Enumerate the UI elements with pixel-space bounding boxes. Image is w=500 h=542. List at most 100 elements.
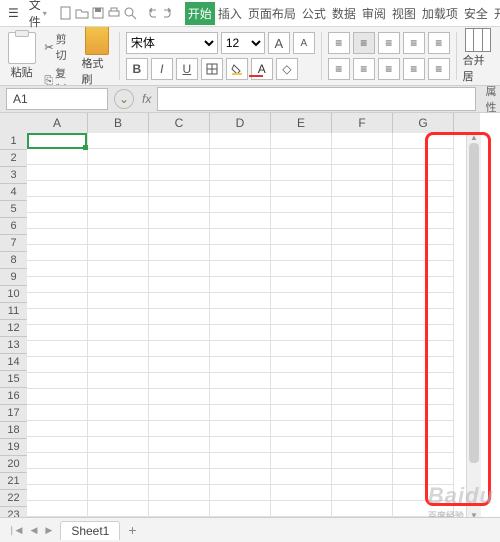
cell[interactable] xyxy=(332,373,393,389)
cell[interactable] xyxy=(393,453,454,469)
cell[interactable] xyxy=(393,229,454,245)
cell[interactable] xyxy=(210,245,271,261)
cell[interactable] xyxy=(88,229,149,245)
cell[interactable] xyxy=(210,501,271,517)
cell[interactable] xyxy=(271,181,332,197)
formula-input[interactable] xyxy=(157,87,476,111)
cell[interactable] xyxy=(210,213,271,229)
cell[interactable] xyxy=(210,325,271,341)
cell[interactable] xyxy=(271,133,332,149)
cell[interactable] xyxy=(271,453,332,469)
cell[interactable] xyxy=(332,213,393,229)
name-box[interactable]: A1 xyxy=(6,88,108,110)
cell[interactable] xyxy=(88,469,149,485)
cell[interactable] xyxy=(210,437,271,453)
cell[interactable] xyxy=(88,485,149,501)
cell[interactable] xyxy=(27,421,88,437)
cell[interactable] xyxy=(271,213,332,229)
cell[interactable] xyxy=(332,421,393,437)
cell[interactable] xyxy=(271,293,332,309)
col-header[interactable]: E xyxy=(271,113,332,133)
cell[interactable] xyxy=(27,373,88,389)
align-center-button[interactable]: ≡ xyxy=(353,58,375,80)
align-right-button[interactable]: ≡ xyxy=(378,58,400,80)
cell[interactable] xyxy=(27,325,88,341)
cell[interactable] xyxy=(210,469,271,485)
sheet-nav-prev[interactable]: ◀ xyxy=(30,525,37,536)
cell[interactable] xyxy=(271,373,332,389)
cell[interactable] xyxy=(271,229,332,245)
cell[interactable] xyxy=(393,197,454,213)
format-painter-button[interactable]: 格式刷 xyxy=(82,27,113,86)
cell[interactable] xyxy=(393,149,454,165)
cell[interactable] xyxy=(393,405,454,421)
underline-button[interactable]: U xyxy=(176,58,198,80)
row-header[interactable]: 15 xyxy=(0,371,27,388)
cell[interactable] xyxy=(332,165,393,181)
cell[interactable] xyxy=(88,421,149,437)
font-name-select[interactable]: 宋体 xyxy=(126,32,218,54)
copy-button[interactable]: ⎘复制 xyxy=(41,64,77,86)
row-header[interactable]: 13 xyxy=(0,337,27,354)
cell[interactable] xyxy=(271,325,332,341)
tab-developer[interactable]: 开发 xyxy=(491,2,500,25)
cell[interactable] xyxy=(88,197,149,213)
cell[interactable] xyxy=(210,453,271,469)
cell[interactable] xyxy=(27,357,88,373)
cell[interactable] xyxy=(88,373,149,389)
align-bottom-button[interactable]: ≡ xyxy=(378,32,400,54)
cell[interactable] xyxy=(88,293,149,309)
cell[interactable] xyxy=(27,405,88,421)
row-header[interactable]: 6 xyxy=(0,218,27,235)
cell[interactable] xyxy=(332,325,393,341)
cell[interactable] xyxy=(88,149,149,165)
cell[interactable] xyxy=(88,165,149,181)
undo-icon[interactable] xyxy=(145,6,159,20)
row-header[interactable]: 22 xyxy=(0,490,27,507)
cell[interactable] xyxy=(27,261,88,277)
col-header[interactable]: A xyxy=(27,113,88,133)
tab-addins[interactable]: 加载项 xyxy=(419,2,461,25)
cell[interactable] xyxy=(88,389,149,405)
cell[interactable] xyxy=(210,485,271,501)
cell[interactable] xyxy=(88,325,149,341)
cell[interactable] xyxy=(332,293,393,309)
cell[interactable] xyxy=(271,469,332,485)
cell[interactable] xyxy=(27,485,88,501)
shrink-font-button[interactable]: A xyxy=(293,32,315,54)
sheet-nav-first[interactable]: ❘◀ xyxy=(8,525,22,536)
tab-start[interactable]: 开始 xyxy=(185,2,215,25)
row-header[interactable]: 10 xyxy=(0,286,27,303)
cell[interactable] xyxy=(271,389,332,405)
cell[interactable] xyxy=(271,437,332,453)
row-header[interactable]: 5 xyxy=(0,201,27,218)
row-header[interactable]: 2 xyxy=(0,150,27,167)
cell[interactable] xyxy=(27,501,88,517)
row-header[interactable]: 7 xyxy=(0,235,27,252)
cell[interactable] xyxy=(271,501,332,517)
cell[interactable] xyxy=(27,277,88,293)
cell[interactable] xyxy=(393,357,454,373)
cell[interactable] xyxy=(149,421,210,437)
cell[interactable] xyxy=(210,405,271,421)
cut-button[interactable]: ✂剪切 xyxy=(41,30,77,64)
row-header[interactable]: 1 xyxy=(0,133,27,150)
print-preview-icon[interactable] xyxy=(123,6,137,20)
cell[interactable] xyxy=(149,341,210,357)
cell[interactable] xyxy=(210,149,271,165)
cell[interactable] xyxy=(271,165,332,181)
cell[interactable] xyxy=(27,309,88,325)
cell[interactable] xyxy=(393,309,454,325)
cell[interactable] xyxy=(149,501,210,517)
cell[interactable] xyxy=(332,245,393,261)
row-header[interactable]: 19 xyxy=(0,439,27,456)
sheet-tab[interactable]: Sheet1 xyxy=(60,521,120,540)
cell[interactable] xyxy=(393,389,454,405)
cell[interactable] xyxy=(332,437,393,453)
cell[interactable] xyxy=(393,261,454,277)
cell[interactable] xyxy=(393,133,454,149)
cell[interactable] xyxy=(149,469,210,485)
cell[interactable] xyxy=(332,501,393,517)
cell[interactable] xyxy=(332,485,393,501)
cell[interactable] xyxy=(149,245,210,261)
